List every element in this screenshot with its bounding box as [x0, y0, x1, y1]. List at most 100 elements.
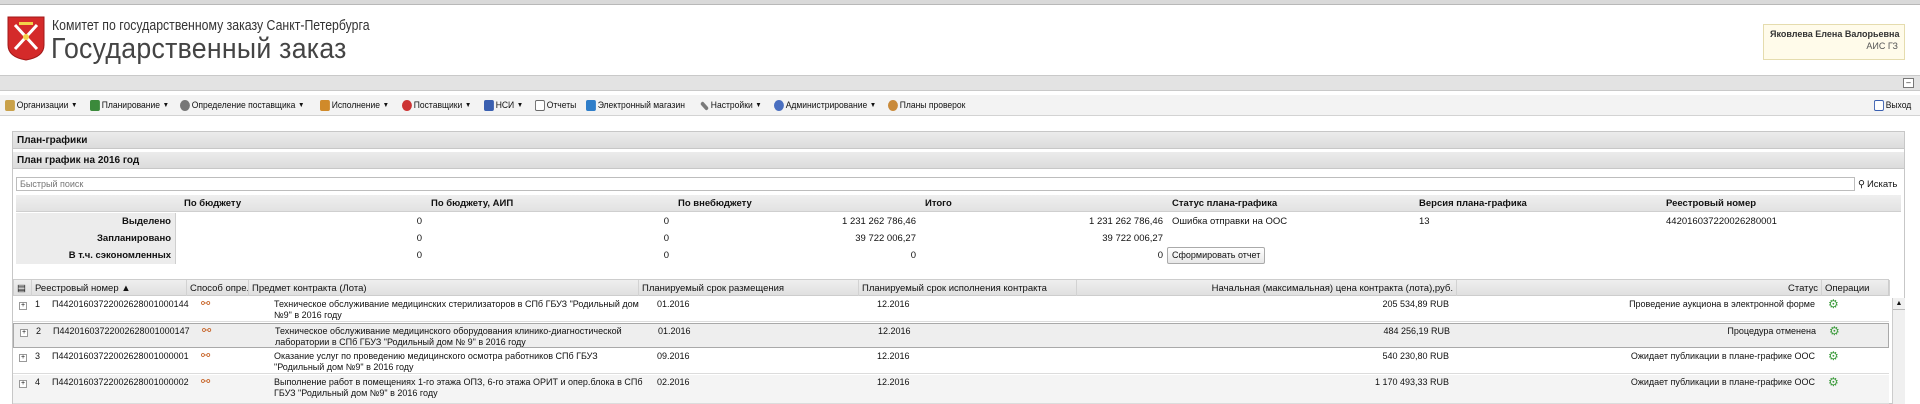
exit-icon — [1874, 100, 1884, 111]
grid-scrollbar[interactable]: ▲ — [1892, 298, 1905, 404]
price: 205 534,89 RUB — [1382, 299, 1449, 309]
col-subject[interactable]: Предмет контракта (Лота) — [249, 280, 639, 296]
menu-label: Планы проверок — [899, 100, 966, 111]
price: 484 256,19 RUB — [1383, 326, 1450, 336]
reg-number: П44201603722002628001000144 — [52, 299, 189, 309]
generate-report-button[interactable]: Сформировать отчет — [1167, 247, 1266, 264]
scroll-up-icon[interactable]: ▲ — [1893, 298, 1905, 310]
gear-icon — [180, 100, 190, 111]
table-row[interactable]: + 3 П44201603722002628001000001 ⚯ Оказан… — [13, 349, 1889, 374]
method-icon[interactable]: ⚯ — [198, 375, 218, 390]
registry-number: 442016037220026280001 — [1666, 216, 1777, 227]
menu-label: Поставщики — [413, 100, 463, 111]
plus-icon: + — [19, 354, 27, 362]
summary-value: 0 — [910, 250, 916, 261]
exit-button[interactable]: Выход — [1874, 98, 1911, 113]
summary-value: 1 231 262 786,46 — [1089, 216, 1163, 227]
row-label: В т.ч. сэкономленных — [16, 247, 176, 264]
menu-reports[interactable]: Отчеты — [535, 98, 576, 113]
collapse-button[interactable]: – — [1903, 78, 1914, 88]
menu-supplier-determination[interactable]: Определение поставщика ▼ — [180, 98, 304, 113]
expand-row[interactable]: + — [13, 349, 27, 364]
expand-row[interactable]: + — [13, 375, 27, 390]
summary-value: 39 722 006,27 — [1102, 233, 1163, 244]
summary-value: 0 — [663, 250, 669, 261]
col-plan-status: Статус плана-графика — [1172, 198, 1278, 209]
reg-number: П44201603722002628001000001 — [52, 351, 189, 361]
method-icon[interactable]: ⚯ — [199, 324, 219, 339]
panel-title: План-графики — [13, 132, 1904, 149]
plus-icon: + — [20, 329, 28, 337]
user-info[interactable]: Яковлева Елена Валорьевна АИС ГЗ — [1763, 24, 1905, 60]
menu-label: Отчеты — [546, 100, 577, 111]
status: Проведение аукциона в электронной форме — [1629, 299, 1815, 309]
expand-row[interactable]: + — [13, 297, 27, 312]
org-title: Комитет по государственному заказу Санкт… — [52, 17, 370, 34]
grid-settings-icon[interactable]: ▤ — [14, 280, 32, 296]
col-placement-date[interactable]: Планируемый срок размещения — [639, 280, 859, 296]
col-registry: Реестровый номер — [1666, 198, 1757, 209]
shop-icon — [586, 100, 596, 111]
price: 540 230,80 RUB — [1382, 351, 1449, 361]
menu-settings[interactable]: Настройки ▼ — [700, 98, 762, 113]
menu-organizations[interactable]: Организации ▼ — [5, 98, 77, 113]
col-method[interactable]: Способ опре... — [187, 280, 249, 296]
summary-value: 0 — [416, 233, 422, 244]
search-button[interactable]: ⚲ Искать — [1858, 176, 1897, 192]
row-label: Запланировано — [16, 230, 176, 247]
target-icon — [402, 100, 412, 111]
chevron-down-icon: ▼ — [755, 102, 762, 109]
chevron-down-icon: ▼ — [162, 102, 170, 109]
menu-planning[interactable]: Планирование ▼ — [90, 98, 169, 113]
app-title: Государственный заказ — [51, 33, 347, 65]
col-status[interactable]: Статус — [1457, 280, 1822, 296]
search-button-label: Искать — [1866, 178, 1898, 190]
reg-number: П44201603722002628001000147 — [53, 326, 190, 336]
col-reg-number[interactable]: Реестровый номер ▲ — [32, 280, 187, 296]
chart-icon — [90, 100, 100, 111]
expand-row[interactable]: + — [14, 324, 28, 339]
method-icon[interactable]: ⚯ — [198, 349, 218, 364]
execution-date: 12.2016 — [878, 326, 911, 336]
col-budget: По бюджету — [184, 198, 242, 209]
menu-suppliers[interactable]: Поставщики ▼ — [402, 98, 471, 113]
operations-icon[interactable]: ⚙ — [1825, 349, 1845, 364]
execution-date: 12.2016 — [877, 377, 910, 387]
col-plan-version: Версия плана-графика — [1419, 198, 1527, 209]
table-row[interactable]: + 1 П44201603722002628001000144 ⚯ Технич… — [13, 297, 1889, 322]
quick-search-input[interactable] — [16, 177, 1855, 191]
summary-value: 39 722 006,27 — [855, 233, 916, 244]
chevron-down-icon: ▼ — [298, 102, 305, 109]
col-operations: Операции — [1822, 280, 1890, 296]
summary-value: 0 — [663, 216, 669, 227]
menu-administration[interactable]: Администрирование ▼ — [774, 98, 876, 113]
subject: Выполнение работ в помещениях 1-го этажа… — [274, 377, 643, 398]
operations-icon[interactable]: ⚙ — [1825, 297, 1845, 312]
col-execution-date[interactable]: Планируемый срок исполнения контракта — [859, 280, 1077, 296]
placement-date: 01.2016 — [658, 326, 691, 336]
execution-date: 12.2016 — [877, 351, 910, 361]
row-label: Выделено — [16, 213, 176, 230]
chevron-down-icon: ▼ — [516, 102, 524, 109]
operations-icon[interactable]: ⚙ — [1825, 375, 1845, 390]
operations-icon[interactable]: ⚙ — [1826, 324, 1846, 339]
user-icon — [888, 100, 898, 111]
menu-execution[interactable]: Исполнение ▼ — [320, 98, 389, 113]
execution-date: 12.2016 — [877, 299, 910, 309]
menu-inspection-plans[interactable]: Планы проверок — [888, 98, 965, 113]
menu-label: Администрирование — [785, 100, 868, 111]
table-row[interactable]: + 2 П44201603722002628001000147 ⚯ Технич… — [13, 323, 1889, 348]
menu-eshop[interactable]: Электронный магазин — [586, 98, 685, 113]
book-icon — [484, 100, 494, 111]
plan-status: Ошибка отправки на ООС — [1172, 216, 1288, 227]
plus-icon: + — [19, 380, 27, 388]
chevron-down-icon: ▼ — [382, 102, 389, 109]
col-price[interactable]: Начальная (максимальная) цена контракта … — [1077, 280, 1457, 296]
summary-value: 0 — [663, 233, 669, 244]
menu-nsi[interactable]: НСИ ▼ — [484, 98, 523, 113]
method-icon[interactable]: ⚯ — [198, 297, 218, 312]
table-row[interactable]: + 4 П44201603722002628001000002 ⚯ Выполн… — [13, 375, 1889, 404]
status: Ожидает публикации в плане-графике ООС — [1630, 377, 1815, 387]
system-name: АИС ГЗ — [1866, 41, 1898, 51]
menu-label: Настройки — [710, 100, 753, 111]
